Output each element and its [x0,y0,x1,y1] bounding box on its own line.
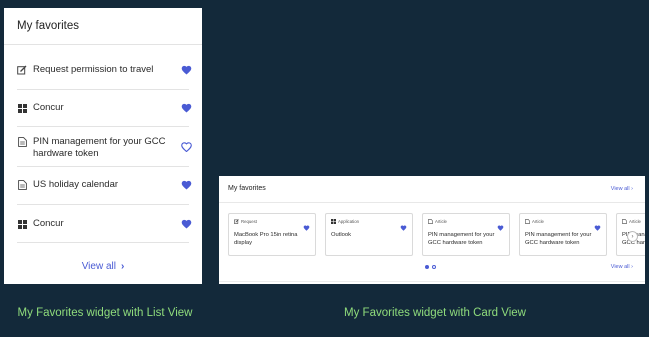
card-type-label: Article [435,219,447,224]
favorites-list-widget: My favorites Request permission to trave… [4,8,202,284]
divider [17,242,189,243]
chevron-right-icon: › [120,261,125,272]
favorite-item-concur[interactable]: Concur [17,218,192,230]
list-widget-title: My favorites [17,20,79,32]
edit-icon [17,65,27,75]
document-icon [622,219,627,224]
favorite-card[interactable]: Request MacBook Pro 15in retina display [228,213,316,256]
card-type-label: Article [629,219,641,224]
card-type: Article [428,219,447,224]
document-icon [17,137,27,147]
card-widget-title: My favorites [228,185,266,192]
view-all-link[interactable]: View all › [611,264,633,270]
favorite-item-label: US holiday calendar [33,179,119,190]
list-view-caption: My Favorites widget with List View [17,307,193,319]
favorite-item-label: Request permission to travel [33,64,154,75]
view-all-label: View all [81,261,116,272]
card-type: Request [234,219,257,224]
card-type: Article [622,219,641,224]
app-grid-icon [17,219,27,229]
app-grid-icon [331,219,336,224]
view-all-label: View all [610,186,630,192]
divider [219,281,645,282]
favorites-card-widget: My favorites View all › Request MacBook … [219,176,645,284]
document-icon [17,180,27,190]
heart-filled-icon[interactable] [181,65,192,75]
card-type: Application [331,219,359,224]
card-type: Article [525,219,544,224]
divider [17,166,189,167]
favorite-item-request-permission[interactable]: Request permission to travel [17,64,192,76]
card-type-label: Request [241,219,258,224]
favorite-card[interactable]: Application Outlook [325,213,413,256]
card-view-caption: My Favorites widget with Card View [344,307,526,319]
favorite-item-label: PIN management for your GCC hardware tok… [33,136,166,159]
card-title: PIN management for your GCC hardware tok… [525,232,592,246]
favorite-item-us-holiday-calendar[interactable]: US holiday calendar [17,179,192,191]
heart-filled-icon[interactable] [181,180,192,190]
carousel-next-button[interactable]: › [627,231,638,242]
favorite-item-concur[interactable]: Concur [17,102,192,114]
edit-icon [234,219,239,224]
card-title: MacBook Pro 15in retina display [234,232,298,246]
document-icon [525,219,530,224]
pagination-dot[interactable] [432,265,436,269]
favorite-card[interactable]: Article PIN management for your GCC hard… [422,213,510,256]
pagination-dot-active[interactable] [425,265,429,269]
divider [17,204,189,205]
chevron-right-icon: › [631,264,633,270]
divider [219,202,645,203]
card-title: Outlook [331,232,351,238]
divider [17,89,189,90]
favorite-item-pin-management[interactable]: PIN management for your GCC hardware tok… [17,136,192,160]
view-all-link[interactable]: View all › [4,261,202,272]
card-type-label: Article [532,219,544,224]
heart-outline-icon[interactable] [181,142,192,152]
favorite-card[interactable]: Article PIN management for your GCC hard… [519,213,607,256]
favorite-item-label: Concur [33,218,64,229]
document-icon [428,219,433,224]
favorite-item-label: Concur [33,102,64,113]
chevron-right-icon: › [631,233,634,240]
card-type-label: Application [338,219,360,224]
view-all-link[interactable]: View all › [611,186,633,192]
heart-filled-icon[interactable] [181,103,192,113]
app-grid-icon [17,103,27,113]
divider [17,126,189,127]
heart-filled-icon[interactable] [181,219,192,229]
card-title: PIN management for your GCC hardware tok… [428,232,495,246]
view-all-label: View all [610,264,630,270]
divider [4,44,202,45]
chevron-right-icon: › [631,186,633,192]
